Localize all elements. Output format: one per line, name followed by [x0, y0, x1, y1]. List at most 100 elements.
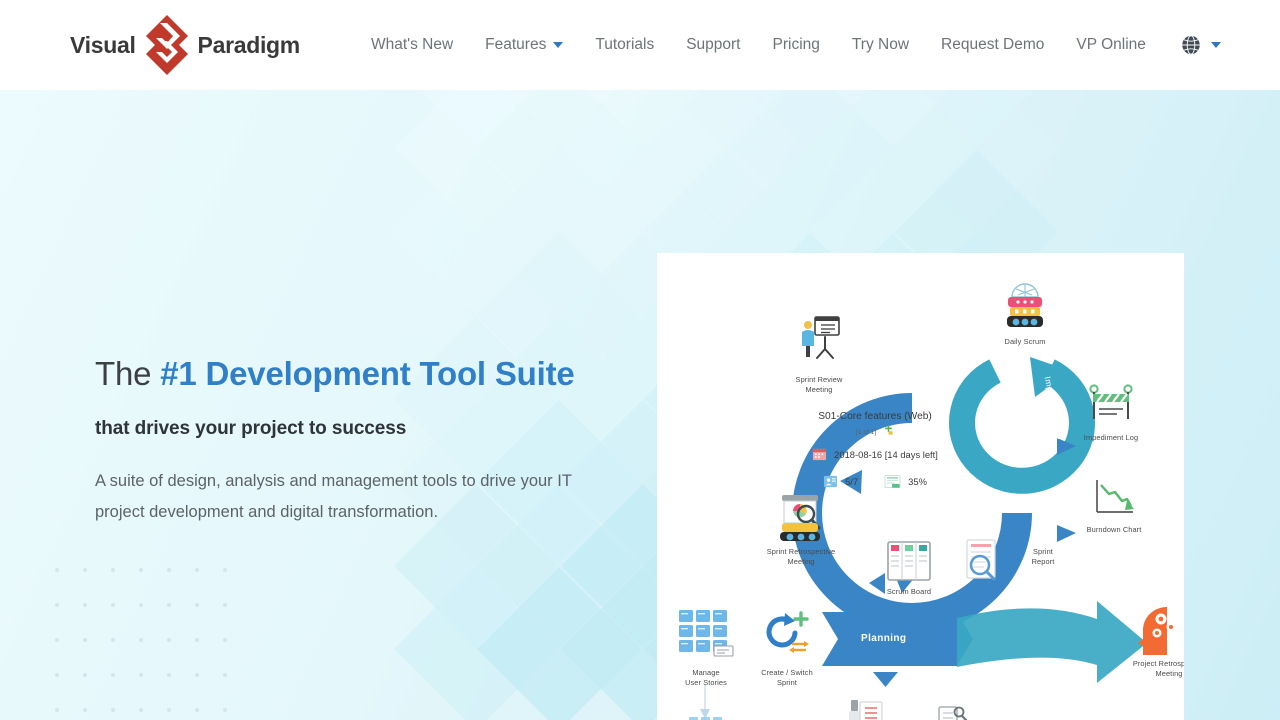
logo[interactable]: Visual Paradigm [70, 15, 300, 75]
sprint-stories: 5/7 [845, 476, 859, 487]
globe-icon [1182, 35, 1200, 55]
create-switch-sprint-icon[interactable] [759, 611, 811, 664]
decorative-dot [223, 638, 227, 642]
sprint-stories-stat: 5/7 [823, 474, 858, 489]
nav-item-features[interactable]: Features [469, 36, 579, 54]
chevron-down-icon [1210, 42, 1221, 48]
daily-scrum-icon[interactable] [1002, 281, 1048, 336]
prioritized-icon[interactable] [687, 715, 725, 720]
sprint-retrospective-meeting-label: Sprint Retrospective Meeting [766, 547, 836, 566]
sprint-planning-meeting-icon[interactable] [847, 698, 899, 720]
sprint-progress: 35% [908, 476, 927, 487]
nav-label: What's New [370, 36, 454, 53]
decorative-dot-grid [55, 568, 245, 720]
burndown-chart-icon[interactable] [1091, 477, 1137, 526]
decorative-dot [223, 603, 227, 607]
scrum-board-icon[interactable] [885, 540, 933, 589]
decorative-dot [83, 708, 87, 712]
decorative-dot [167, 638, 171, 642]
sprint-progress-stat: 35% [884, 474, 927, 489]
nav-item-vp-online[interactable]: VP Online [1060, 36, 1162, 54]
user-story-icon [824, 475, 838, 488]
manage-user-stories-label: Manage User Stories [685, 668, 727, 687]
nav-label: Try Now [851, 36, 910, 53]
nav-label: Pricing [772, 36, 820, 53]
sprint-date: 2018-08-16 [14 days left] [834, 449, 938, 460]
decorative-dot [111, 708, 115, 712]
headline-prefix: The [95, 355, 161, 392]
chevron-down-icon [553, 42, 564, 48]
nav-label: Request Demo [941, 36, 1045, 53]
decorative-dot [223, 673, 227, 677]
decorative-dot [55, 568, 59, 572]
decorative-dot [167, 673, 171, 677]
decorative-dot [139, 603, 143, 607]
nav-item-tutorials[interactable]: Tutorials [579, 36, 670, 54]
scrum-board-label: Scrum Board [886, 587, 932, 596]
decorative-dot [195, 638, 199, 642]
add-icon[interactable] [883, 424, 894, 436]
decorative-dot [83, 638, 87, 642]
decorative-dot [111, 568, 115, 572]
progress-icon [884, 475, 901, 488]
sprint-date-row: 2018-08-16 [14 days left] [775, 447, 975, 462]
decorative-dot [195, 568, 199, 572]
daily-scrum-label: Daily Scrum [1004, 337, 1046, 346]
sprint-index: [1 of 1] [775, 424, 975, 436]
nav-item-whats-new[interactable]: What's New [355, 36, 469, 54]
decorative-dot [139, 673, 143, 677]
burndown-chart-label: Burndown Chart [1086, 525, 1142, 534]
decorative-dot [195, 708, 199, 712]
scrum-process-diagram-card: Review Implementation Retrospect Plannin… [657, 253, 1184, 720]
sprint-retrospective-meeting-icon[interactable] [776, 491, 826, 548]
decorative-dot [139, 708, 143, 712]
create-switch-sprint-label: Create / Switch Sprint [761, 668, 813, 687]
nav-label: VP Online [1076, 36, 1146, 53]
project-retrospective-meeting-label: Project Retrospective Meeting [1132, 659, 1184, 678]
decorative-dot [139, 638, 143, 642]
nav-item-request-demo[interactable]: Request Demo [925, 36, 1060, 54]
sprint-stats: 5/7 35% [775, 474, 975, 489]
sprint-summary: S01-Core features (Web) [1 of 1] 2018-08… [775, 411, 975, 489]
sprint-report-label: Sprint Report [1031, 547, 1055, 566]
headline-highlight: #1 Development Tool Suite [160, 355, 575, 392]
decorative-dot [195, 603, 199, 607]
nav-item-pricing[interactable]: Pricing [757, 36, 836, 54]
daily-scrum-loop [949, 357, 1095, 494]
decorative-dot [55, 708, 59, 712]
project-retrospective-meeting-icon[interactable] [1137, 605, 1184, 662]
planning-label: Planning [861, 633, 907, 644]
sprint-review-meeting-icon[interactable] [795, 313, 843, 366]
decorative-dot [55, 673, 59, 677]
decorative-dot [111, 638, 115, 642]
logo-word-paradigm: Paradigm [197, 31, 301, 58]
manage-user-stories-icon[interactable] [677, 608, 735, 665]
hero-copy: The #1 Development Tool Suite that drive… [95, 355, 625, 527]
sprint-title: S01-Core features (Web) [818, 411, 932, 422]
decorative-dot [167, 708, 171, 712]
decorative-dot [83, 568, 87, 572]
impediment-log-label: Impediment Log [1083, 433, 1139, 442]
decorative-dot [111, 603, 115, 607]
decorative-dot [139, 568, 143, 572]
nav-label: Features [485, 36, 547, 53]
nav-item-try-now[interactable]: Try Now [836, 36, 925, 54]
nav-item-support[interactable]: Support [670, 36, 756, 54]
calendar-icon [813, 448, 827, 461]
site-header: Visual Paradigm What's New Features Tuto… [0, 0, 1280, 90]
main-navigation: What's New Features Tutorials Support Pr… [355, 34, 1221, 56]
sprint-backlog-icon[interactable] [935, 703, 969, 720]
language-selector[interactable] [1162, 34, 1221, 56]
decorative-dot [55, 638, 59, 642]
hero-subhead: that drives your project to success [95, 418, 407, 439]
decorative-dot [223, 568, 227, 572]
page-title: The #1 Development Tool Suite [95, 355, 625, 393]
impediment-log-icon[interactable] [1087, 383, 1135, 432]
prioritize-connector [700, 685, 710, 719]
decorative-dot [223, 708, 227, 712]
sprint-report-icon[interactable] [962, 538, 1004, 587]
planning-chevron [822, 612, 973, 687]
diamond-logo-icon [145, 15, 188, 75]
decorative-dot [111, 673, 115, 677]
decorative-dot [167, 603, 171, 607]
